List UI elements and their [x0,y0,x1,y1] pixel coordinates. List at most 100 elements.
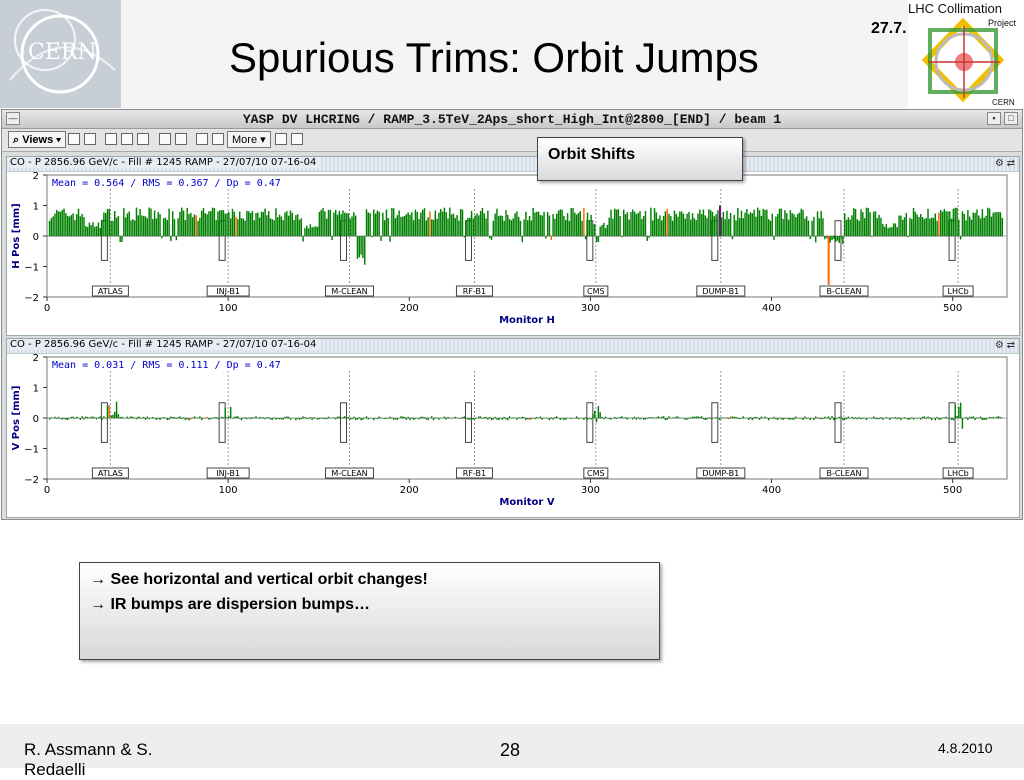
orbit-bar [273,220,275,237]
orbit-bar [153,210,156,237]
orbit-bar [206,214,208,237]
columns-icon[interactable] [105,133,117,145]
orbit-bar [65,418,67,420]
orbit-bar [246,210,248,237]
orbit-bar [976,209,978,237]
orbit-bar [961,418,964,429]
layout-split-icon[interactable] [84,133,96,145]
minimize-icon[interactable]: ▪ [987,112,1001,125]
orbit-bar [380,236,382,241]
orbit-bar [200,418,203,421]
square-icon[interactable] [196,133,208,145]
orbit-bar [74,220,76,237]
orbit-bar [782,418,784,420]
orbit-bar [845,219,848,237]
orbit-bar [123,207,125,237]
orbit-bar [952,208,955,237]
maximize-icon[interactable]: □ [1004,112,1018,125]
orbit-bar [706,217,708,237]
orbit-bar [240,418,243,421]
orbit-bar [392,208,395,237]
orbit-bar [802,418,804,420]
orbit-bar [249,213,252,237]
orbit-bar [289,418,292,420]
orbit-shifts-label: Orbit Shifts [548,146,636,163]
orbit-bar [860,209,862,237]
orbit-bar [738,218,741,237]
orbit-bar [965,220,967,237]
orbit-bar [414,209,417,237]
export-icon[interactable] [275,133,287,145]
orbit-bar [488,416,491,419]
orbit-bar [914,211,917,237]
panel-tools-icon[interactable]: ⚙ ⇄ [995,158,1015,169]
orbit-bar [829,236,831,243]
window-titlebar[interactable]: — YASP DV LHCRING / RAMP_3.5TeV_2Aps_sho… [2,110,1022,129]
orbit-bar [159,214,161,237]
x-tick-label: 200 [400,485,419,496]
orbit-bar [228,211,230,237]
document-icon[interactable] [175,133,187,145]
orbit-bar [148,207,150,237]
orbit-bar [168,208,170,237]
orbit-bar [83,217,85,237]
orbit-bar [465,220,467,237]
orbit-bar [510,220,513,237]
orbit-bar [126,213,129,237]
orbit-bar [483,213,485,237]
orbit-bar [563,215,565,237]
orbit-bar [258,217,261,237]
orbit-bar [143,416,145,419]
orbit-bar [813,418,815,421]
orbit-bar [990,216,993,237]
orbit-bar [854,208,857,237]
grid-icon[interactable] [212,133,224,145]
orbit-bar [938,418,940,420]
orbit-bar [412,220,415,237]
x-tick-label: 300 [581,303,600,314]
panel-tools-icon[interactable]: ⚙ ⇄ [995,340,1015,351]
orbit-bar [811,220,813,237]
ir-marker-label: M-CLEAN [331,469,367,478]
ir-marker-label: M-CLEAN [331,287,367,296]
ir-marker-label: CMS [587,469,605,478]
orbit-bar [65,213,67,237]
orbit-bar [295,418,297,421]
views-button[interactable]: ⌕ Views ▾ [8,131,66,148]
orbit-bar [900,418,902,421]
y-tick-label: 2 [33,171,39,182]
orbit-bar [278,214,281,237]
orbit-bar [392,418,395,420]
table-icon[interactable] [137,133,149,145]
ir-marker-label: DUMP-B1 [702,287,739,296]
orbit-bar [851,215,853,237]
orbit-bar [883,226,886,237]
rows-icon[interactable] [121,133,133,145]
edit-icon[interactable] [159,133,171,145]
orbit-bar [391,207,393,237]
orbit-bar [146,218,149,237]
orbit-bar [767,418,770,421]
orbit-bar [601,416,603,419]
orbit-bar [488,236,491,239]
print-icon[interactable] [291,133,303,145]
more-button[interactable]: More ▾ [227,131,271,148]
orbit-bar [853,208,855,237]
orbit-bar [164,217,167,237]
orbit-bar [490,236,493,240]
x-tick-label: 300 [581,485,600,496]
orbit-bar [365,209,368,237]
orbit-bar [684,418,687,420]
orbit-bar [613,416,616,419]
orbit-bar [52,216,54,237]
orbit-bar [813,216,815,237]
layout-grid-icon[interactable] [68,133,80,145]
orbit-bar [747,214,750,237]
orbit-bar [248,211,250,237]
y-tick-label: −1 [24,445,39,456]
orbit-bar [403,416,406,419]
orbit-bar [807,220,810,237]
orbit-bar [434,210,437,237]
orbit-bar [903,217,906,237]
orbit-bar [345,213,348,237]
